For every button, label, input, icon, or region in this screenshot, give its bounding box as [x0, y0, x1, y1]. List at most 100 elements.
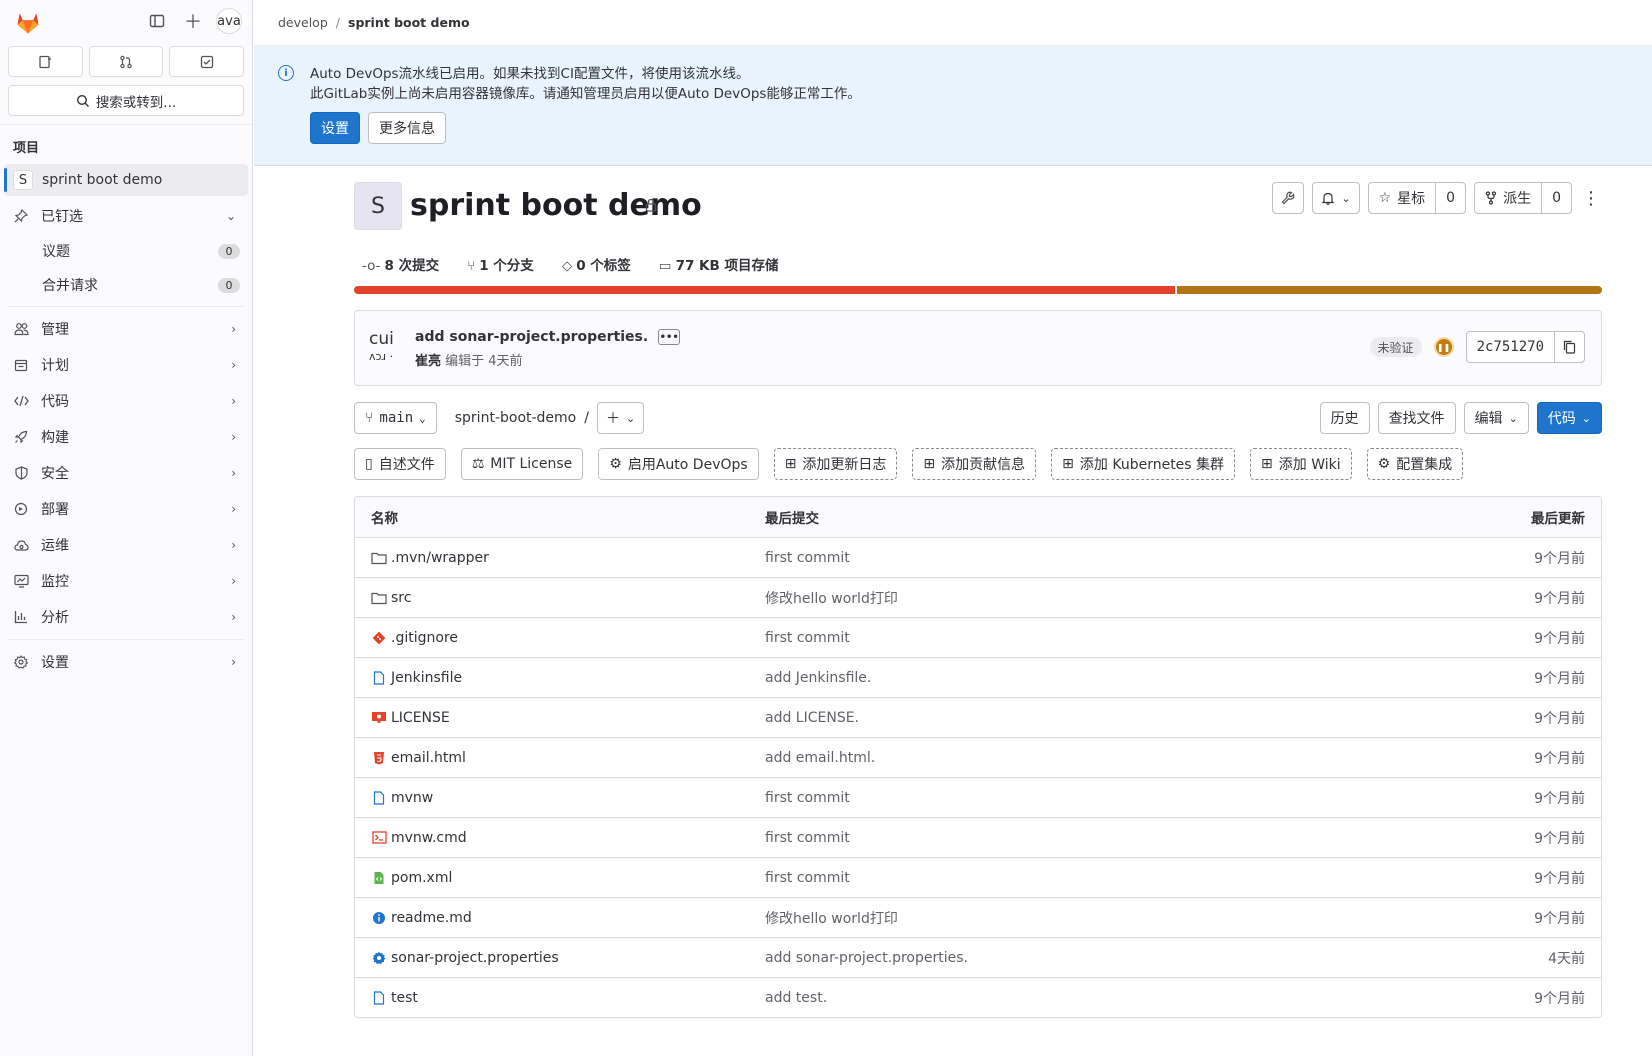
file-name-cell[interactable]: readme.md: [371, 910, 472, 926]
file-name[interactable]: email.html: [391, 750, 466, 766]
file-name[interactable]: readme.md: [391, 910, 472, 926]
copy-sha-button[interactable]: [1555, 331, 1585, 363]
sidebar-item-pinned[interactable]: 已钉选 ⌄: [0, 198, 252, 234]
license-link[interactable]: ⚖ MIT License: [460, 448, 584, 480]
file-name-cell[interactable]: mvnw.cmd: [371, 830, 467, 846]
file-name-cell[interactable]: LICENSE: [371, 710, 450, 726]
file-name[interactable]: src: [391, 590, 411, 606]
repository-language-bar[interactable]: [354, 286, 1602, 294]
file-name-cell[interactable]: src: [371, 590, 411, 606]
sidebar-item-security[interactable]: 安全 ›: [0, 455, 252, 491]
last-commit-cell[interactable]: add sonar-project.properties.: [765, 950, 968, 966]
file-name-cell[interactable]: Jenkinsfile: [371, 670, 462, 686]
branches-stat[interactable]: ⑂ 1 个分支: [467, 254, 534, 274]
commit-author-name[interactable]: 崔亮: [415, 354, 441, 369]
add-to-tree-dropdown[interactable]: ＋ ⌄: [596, 402, 645, 434]
language-segment-secondary[interactable]: [1177, 286, 1602, 294]
gitlab-logo-icon[interactable]: [14, 8, 42, 36]
sidebar-item-manage[interactable]: 管理 ›: [0, 311, 252, 347]
history-button[interactable]: 历史: [1319, 402, 1370, 434]
file-name[interactable]: .mvn/wrapper: [391, 550, 489, 566]
pipeline-paused-icon[interactable]: ❚❚: [1433, 337, 1454, 357]
breadcrumb-parent-link[interactable]: develop: [278, 15, 328, 30]
sidebar-item-analyze[interactable]: 分析 ›: [0, 599, 252, 635]
issues-shortcut-button[interactable]: [8, 46, 83, 77]
find-file-button[interactable]: 查找文件: [1377, 402, 1456, 434]
code-dropdown[interactable]: 代码 ⌄: [1536, 402, 1602, 434]
table-row[interactable]: test add test. 9个月前: [355, 977, 1601, 1017]
path-root-link[interactable]: sprint-boot-demo: [455, 410, 577, 426]
sidebar-item-operate[interactable]: 运维 ›: [0, 527, 252, 563]
unverified-badge[interactable]: 未验证: [1369, 337, 1422, 357]
star-count[interactable]: 0: [1436, 182, 1467, 214]
table-row[interactable]: .mvn/wrapper first commit 9个月前: [355, 537, 1601, 577]
commit-sha-button[interactable]: 2c751270: [1465, 331, 1555, 363]
storage-stat[interactable]: ▭ 77 KB 项目存储: [659, 254, 779, 274]
toggle-commit-description-button[interactable]: •••: [658, 329, 681, 345]
add-contributing-link[interactable]: ⊞ 添加贡献信息: [912, 448, 1037, 480]
last-commit-cell[interactable]: first commit: [765, 550, 850, 566]
file-name[interactable]: mvnw: [391, 790, 433, 806]
fork-count[interactable]: 0: [1542, 182, 1572, 214]
add-wiki-link[interactable]: ⊞ 添加 Wiki: [1250, 448, 1352, 480]
file-name[interactable]: LICENSE: [391, 710, 450, 726]
table-row[interactable]: LICENSE add LICENSE. 9个月前: [355, 697, 1601, 737]
sidebar-item-project[interactable]: S sprint boot demo: [4, 164, 248, 196]
toggle-sidebar-icon[interactable]: [144, 8, 170, 34]
table-row[interactable]: sonar-project.properties add sonar-projec…: [355, 937, 1601, 977]
file-name[interactable]: .gitignore: [391, 630, 458, 646]
file-name-cell[interactable]: email.html: [371, 750, 466, 766]
commit-title-link[interactable]: add sonar-project.properties.: [415, 329, 648, 345]
file-name-cell[interactable]: sonar-project.properties: [371, 950, 559, 966]
user-avatar[interactable]: ava: [216, 8, 242, 34]
file-name-cell[interactable]: pom.xml: [371, 870, 452, 886]
table-row[interactable]: pom.xml first commit 9个月前: [355, 857, 1601, 897]
last-commit-cell[interactable]: 修改hello world打印: [765, 908, 898, 928]
sidebar-item-code[interactable]: 代码 ›: [0, 383, 252, 419]
table-row[interactable]: readme.md 修改hello world打印 9个月前: [355, 897, 1601, 937]
alert-more-info-button[interactable]: 更多信息: [368, 112, 446, 144]
enable-auto-devops-link[interactable]: ⚙ 启用Auto DevOps: [598, 448, 759, 480]
sidebar-item-issues[interactable]: 议题 0: [0, 234, 252, 268]
table-row[interactable]: mvnw first commit 9个月前: [355, 777, 1601, 817]
file-name-cell[interactable]: mvnw: [371, 790, 433, 806]
commit-author-avatar[interactable]: cui ʌɔɹ ·: [369, 331, 403, 365]
more-actions-icon[interactable]: ⋮: [1580, 188, 1602, 209]
notifications-dropdown[interactable]: ⌄: [1312, 182, 1360, 214]
last-commit-cell[interactable]: add LICENSE.: [765, 710, 859, 726]
file-name[interactable]: Jenkinsfile: [391, 670, 462, 686]
language-segment-primary[interactable]: [354, 286, 1176, 294]
file-name-cell[interactable]: .gitignore: [371, 630, 458, 646]
sidebar-item-plan[interactable]: 计划 ›: [0, 347, 252, 383]
last-commit-cell[interactable]: add test.: [765, 990, 827, 1006]
tags-stat[interactable]: ◇ 0 个标签: [562, 254, 631, 274]
file-name[interactable]: test: [391, 990, 418, 1006]
star-button[interactable]: ☆ 星标: [1367, 182, 1437, 214]
sidebar-item-deploy[interactable]: 部署 ›: [0, 491, 252, 527]
table-row[interactable]: .gitignore first commit 9个月前: [355, 617, 1601, 657]
table-row[interactable]: mvnw.cmd first commit 9个月前: [355, 817, 1601, 857]
admin-wrench-button[interactable]: [1272, 182, 1305, 214]
search-button[interactable]: 搜索或转到...: [8, 85, 244, 116]
create-new-icon[interactable]: ＋: [180, 8, 206, 34]
add-kubernetes-cluster-link[interactable]: ⊞ 添加 Kubernetes 集群: [1051, 448, 1236, 480]
last-commit-cell[interactable]: first commit: [765, 790, 850, 806]
branch-selector[interactable]: ⑂ main ⌄: [354, 402, 437, 434]
file-name-cell[interactable]: test: [371, 990, 418, 1006]
last-commit-cell[interactable]: first commit: [765, 870, 850, 886]
last-commit-cell[interactable]: add email.html.: [765, 750, 875, 766]
last-commit-cell[interactable]: 修改hello world打印: [765, 588, 898, 608]
file-name[interactable]: sonar-project.properties: [391, 950, 559, 966]
sidebar-item-settings[interactable]: 设置 ›: [0, 644, 252, 680]
readme-link[interactable]: ▯ 自述文件: [354, 448, 446, 480]
last-commit-cell[interactable]: add Jenkinsfile.: [765, 670, 871, 686]
todo-shortcut-button[interactable]: [169, 46, 245, 77]
table-row[interactable]: src 修改hello world打印 9个月前: [355, 577, 1601, 617]
edit-dropdown[interactable]: 编辑 ⌄: [1463, 402, 1529, 434]
alert-settings-button[interactable]: 设置: [310, 112, 360, 144]
sidebar-item-build[interactable]: 构建 ›: [0, 419, 252, 455]
merge-requests-shortcut-button[interactable]: [88, 46, 164, 77]
last-commit-cell[interactable]: first commit: [765, 630, 850, 646]
file-name-cell[interactable]: .mvn/wrapper: [371, 550, 489, 566]
sidebar-item-merge-requests[interactable]: 合并请求 0: [0, 268, 252, 302]
